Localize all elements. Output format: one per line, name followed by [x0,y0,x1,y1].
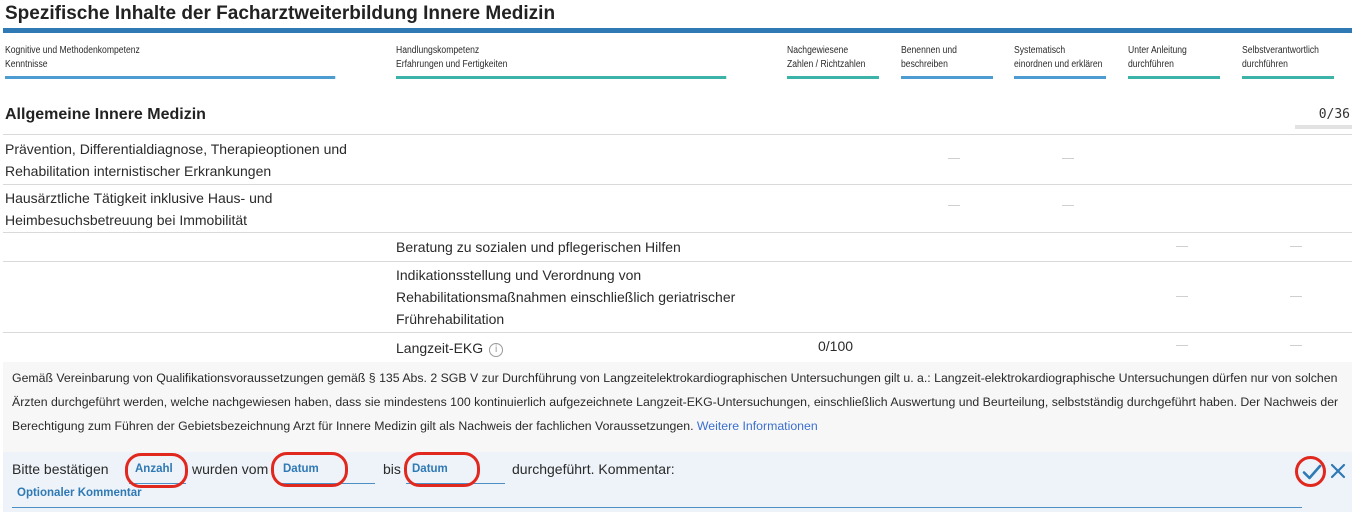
column-underline [1128,76,1221,79]
column-underline [787,76,880,79]
column-underline [5,76,336,79]
column-header-supervised: Unter Anleitung durchführen [1128,44,1221,79]
column-underline [1242,76,1335,79]
column-header-name-describe: Benennen und beschreiben [901,44,994,79]
confirm-prefix: Bitte bestätigen [12,461,109,477]
note-text: Gemäß Vereinbarung von Qualifikationsvor… [12,371,1339,433]
column-underline [901,76,994,79]
empty-cell-dash [1176,345,1188,346]
date-from-input[interactable]: Datum [277,460,375,484]
confirm-suffix: durchgeführt. Kommentar: [512,461,675,477]
row-divider [3,261,1352,262]
confirm-button[interactable] [1298,458,1326,486]
knowledge-item: Hausärztliche Tätigkeit inklusive Haus- … [5,190,273,228]
column-header-skills: Handlungskompetenz Erfahrungen und Ferti… [396,44,727,79]
info-circle-icon[interactable]: i [489,343,504,357]
empty-cell-dash [1290,246,1302,247]
cancel-button[interactable] [1329,460,1347,482]
row-divider [3,134,1352,135]
skill-item: Indikationsstellung und Verordnung von R… [396,267,736,327]
column-header-counts: Nachgewiesene Zahlen / Richtzahlen [787,44,880,79]
column-header-classify-explain: Systematisch einordnen und erklären [1014,44,1107,79]
column-header-knowledge: Kognitive und Methodenkompetenz Kenntnis… [5,44,336,79]
page-title: Spezifische Inhalte der Facharztweiterbi… [5,3,556,24]
checkmark-icon [1302,464,1322,480]
title-divider [3,28,1352,33]
empty-cell-dash [1062,158,1074,159]
count-input[interactable]: Anzahl [129,460,186,484]
row-divider [3,232,1352,233]
empty-cell-dash [1290,345,1302,346]
section-progress-label: 0/36 [1318,107,1350,122]
required-count: 0/100 [818,338,854,354]
column-header-independent: Selbstverantwortlich durchführen [1242,44,1335,79]
section-progress-bar [1295,125,1352,129]
confirm-middle: wurden vom [192,461,269,477]
empty-cell-dash [948,158,960,159]
row-divider [3,184,1352,185]
knowledge-item: Prävention, Differentialdiagnose, Therap… [5,141,347,179]
row-divider [3,332,1352,333]
empty-cell-dash [1176,246,1188,247]
empty-cell-dash [948,205,960,206]
empty-cell-dash [1062,205,1074,206]
section-title: Allgemeine Innere Medizin [5,106,206,123]
comment-input[interactable]: Optionaler Kommentar [12,486,1302,508]
more-info-link[interactable]: Weitere Informationen [697,419,818,433]
skill-item: Beratung zu sozialen und pflegerischen H… [396,239,681,255]
skill-item-langzeit-ekg: Langzeit-EKG i [396,337,504,359]
empty-cell-dash [1176,296,1188,297]
column-underline [396,76,727,79]
empty-cell-dash [1290,296,1302,297]
column-underline [1014,76,1107,79]
date-to-input[interactable]: Datum [406,460,505,484]
confirm-until: bis [383,461,401,477]
close-icon [1330,463,1346,479]
